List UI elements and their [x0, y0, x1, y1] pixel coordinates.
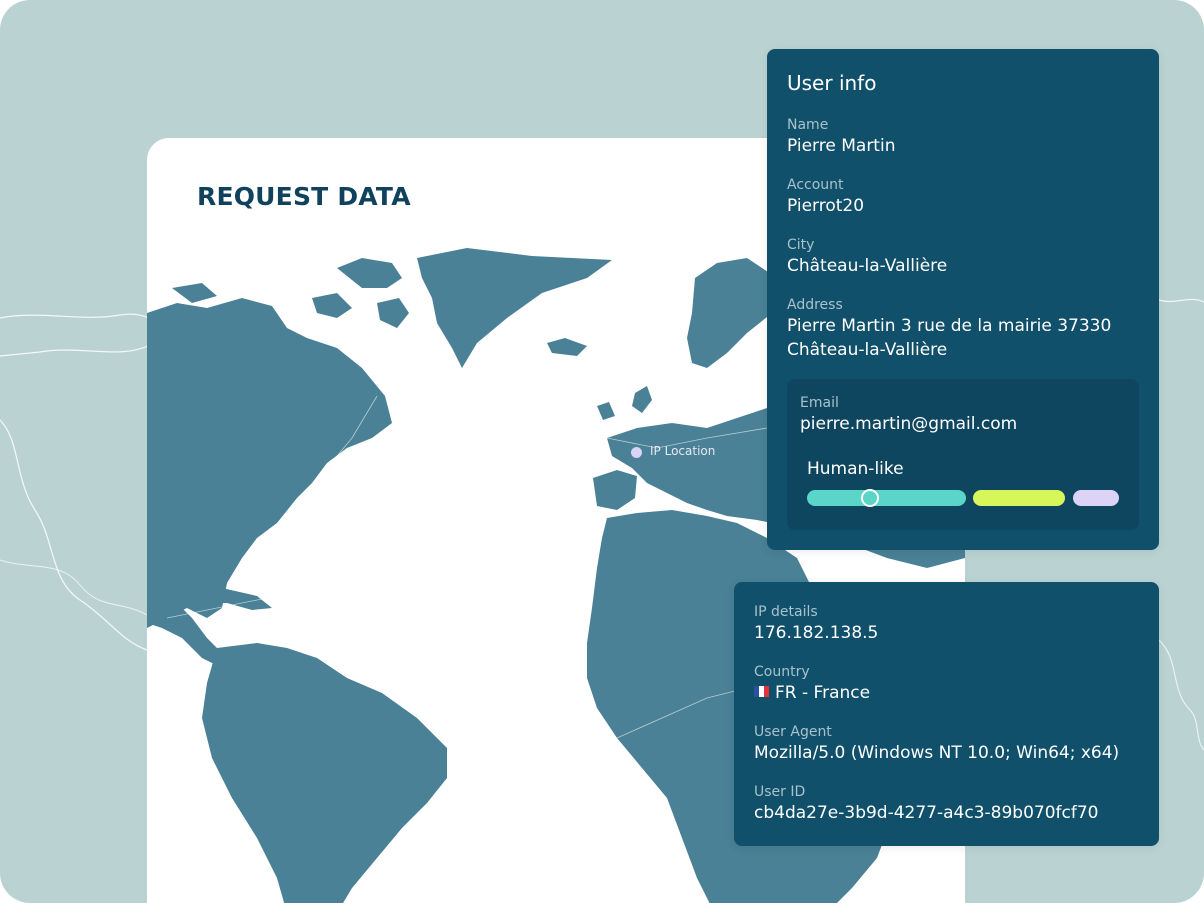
ip-location-label: IP Location — [650, 444, 716, 458]
user-agent-label: User Agent — [754, 724, 832, 740]
address-label: Address — [787, 297, 843, 313]
account-label: Account — [787, 177, 844, 193]
address-line-2: Château-la-Vallière — [787, 340, 948, 360]
email-field: Email pierre.martin@gmail.com — [800, 394, 1017, 436]
email-value: pierre.martin@gmail.com — [800, 414, 1018, 434]
ip-field: IP details 176.182.138.5 — [754, 603, 878, 645]
city-field: City Château-la-Vallière — [787, 236, 947, 278]
email-label: Email — [800, 395, 839, 411]
city-label: City — [787, 237, 815, 253]
country-row: FR - France — [754, 681, 870, 705]
country-value: FR - France — [775, 683, 871, 703]
france-flag-icon — [754, 685, 769, 697]
user-info-title: User info — [787, 71, 877, 95]
page-title: REQUEST DATA — [197, 182, 411, 211]
name-value: Pierre Martin — [787, 136, 896, 156]
ip-value: 176.182.138.5 — [754, 623, 879, 643]
account-value: Pierrot20 — [787, 196, 865, 216]
ip-location-marker[interactable] — [631, 447, 642, 458]
score-segment-lavender — [1073, 490, 1119, 506]
user-id-label: User ID — [754, 784, 806, 800]
country-field: Country FR - France — [754, 663, 870, 705]
account-field: Account Pierrot20 — [787, 176, 864, 218]
address-line-1: Pierre Martin 3 rue de la mairie 37330 — [787, 316, 1112, 336]
score-segment-teal — [807, 490, 966, 506]
ip-details-panel: IP details 176.182.138.5 Country FR - Fr… — [734, 582, 1159, 846]
user-info-panel: User info Name Pierre Martin Account Pie… — [767, 49, 1159, 550]
address-field: Address Pierre Martin 3 rue de la mairie… — [787, 296, 1111, 362]
score-knob[interactable] — [861, 489, 879, 507]
city-value: Château-la-Vallière — [787, 256, 948, 276]
country-label: Country — [754, 664, 810, 680]
app-frame: REQUEST DATA IP Location User info Name … — [0, 0, 1204, 903]
name-field: Name Pierre Martin — [787, 116, 895, 158]
name-label: Name — [787, 117, 829, 133]
human-like-label: Human-like — [807, 459, 904, 479]
user-id-value: cb4da27e-3b9d-4277-a4c3-89b070fcf70 — [754, 803, 1099, 823]
score-segment-lime — [973, 490, 1065, 506]
user-id-field: User ID cb4da27e-3b9d-4277-a4c3-89b070fc… — [754, 783, 1098, 825]
user-agent-field: User Agent Mozilla/5.0 (Windows NT 10.0;… — [754, 723, 1119, 765]
ip-label: IP details — [754, 604, 818, 620]
email-risk-panel: Email pierre.martin@gmail.com Human-like — [787, 379, 1139, 530]
user-agent-value: Mozilla/5.0 (Windows NT 10.0; Win64; x64… — [754, 743, 1120, 763]
